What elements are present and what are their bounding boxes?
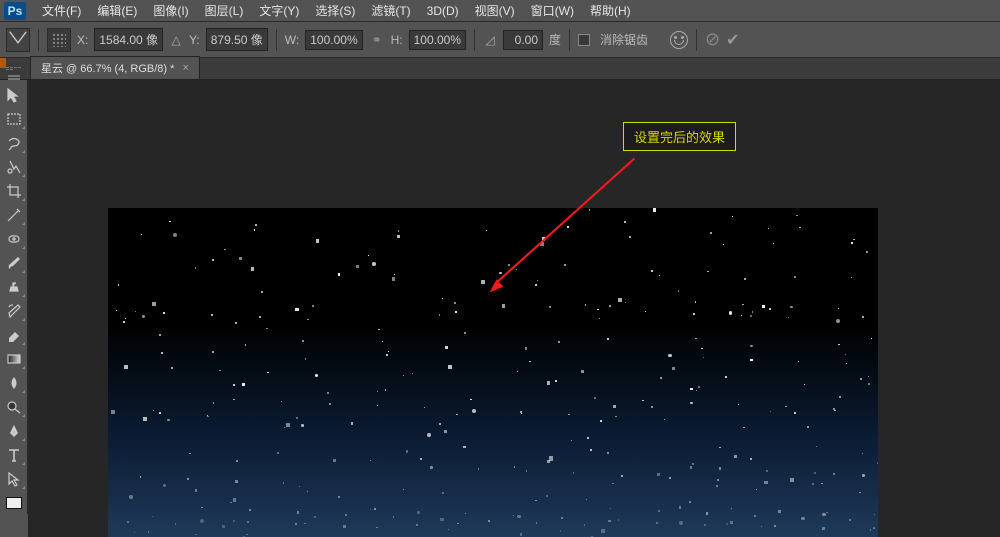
angle-icon: ◿ bbox=[483, 33, 497, 47]
quick-select-tool[interactable] bbox=[2, 156, 26, 178]
menu-bar: Ps 文件(F) 编辑(E) 图像(I) 图层(L) 文字(Y) 选择(S) 滤… bbox=[0, 0, 1000, 22]
reference-point-grid[interactable] bbox=[47, 28, 71, 52]
separator bbox=[696, 29, 697, 51]
work-area: 设置完后的效果 bbox=[28, 80, 1000, 537]
annotation-label: 设置完后的效果 bbox=[623, 122, 736, 151]
path-select-tool[interactable] bbox=[2, 468, 26, 490]
dodge-tool[interactable] bbox=[2, 396, 26, 418]
separator bbox=[38, 29, 39, 51]
clone-stamp-tool[interactable] bbox=[2, 276, 26, 298]
cancel-transform-button[interactable]: ⊘ bbox=[705, 29, 720, 50]
menu-select[interactable]: 选择(S) bbox=[307, 0, 363, 21]
angle-unit: 度 bbox=[549, 31, 561, 48]
annotation-text: 设置完后的效果 bbox=[634, 130, 725, 145]
menu-file[interactable]: 文件(F) bbox=[34, 0, 89, 21]
h-value[interactable]: 100.00% bbox=[409, 30, 466, 50]
lasso-tool[interactable] bbox=[2, 132, 26, 154]
angle-value[interactable]: 0.00 bbox=[503, 30, 543, 50]
w-value[interactable]: 100.00% bbox=[305, 30, 362, 50]
move-tool[interactable] bbox=[2, 84, 26, 106]
y-value[interactable]: 879.50 像 bbox=[206, 28, 268, 51]
menu-type[interactable]: 文字(Y) bbox=[251, 0, 307, 21]
type-tool[interactable] bbox=[2, 444, 26, 466]
antialias-checkbox[interactable] bbox=[578, 34, 590, 46]
menu-image[interactable]: 图像(I) bbox=[145, 0, 196, 21]
link-icon[interactable]: ⚭ bbox=[369, 32, 385, 48]
tab-grip[interactable] bbox=[2, 58, 26, 78]
menu-view[interactable]: 视图(V) bbox=[467, 0, 523, 21]
eraser-tool[interactable] bbox=[2, 324, 26, 346]
gradient-tool[interactable] bbox=[2, 348, 26, 370]
app-logo: Ps bbox=[4, 2, 26, 20]
canvas-content bbox=[108, 208, 878, 537]
pen-tool[interactable] bbox=[2, 420, 26, 442]
eyedropper-tool[interactable] bbox=[2, 204, 26, 226]
w-label: W: bbox=[285, 33, 299, 47]
separator bbox=[276, 29, 277, 51]
separator bbox=[474, 29, 475, 51]
puppet-warp-icon[interactable] bbox=[670, 31, 688, 49]
history-brush-tool[interactable] bbox=[2, 300, 26, 322]
menu-edit[interactable]: 编辑(E) bbox=[89, 0, 145, 21]
healing-brush-tool[interactable] bbox=[2, 228, 26, 250]
tool-panel bbox=[0, 80, 28, 514]
marquee-tool[interactable] bbox=[2, 108, 26, 130]
menu-help[interactable]: 帮助(H) bbox=[582, 0, 639, 21]
document-tab-bar: 星云 @ 66.7% (4, RGB/8) * × bbox=[0, 58, 1000, 80]
separator bbox=[569, 29, 570, 51]
x-label: X: bbox=[77, 33, 88, 47]
document-canvas[interactable] bbox=[108, 208, 878, 537]
close-tab-button[interactable]: × bbox=[182, 62, 188, 74]
tool-preset-picker[interactable] bbox=[6, 28, 30, 52]
menu-layer[interactable]: 图层(L) bbox=[197, 0, 252, 21]
menu-3d[interactable]: 3D(D) bbox=[419, 2, 467, 20]
document-tab-title: 星云 @ 66.7% (4, RGB/8) * bbox=[41, 60, 174, 76]
crop-tool[interactable] bbox=[2, 180, 26, 202]
menu-window[interactable]: 窗口(W) bbox=[523, 0, 582, 21]
y-label: Y: bbox=[189, 33, 200, 47]
commit-transform-button[interactable]: ✔ bbox=[726, 30, 739, 50]
delta-icon[interactable]: △ bbox=[169, 33, 183, 47]
antialias-label: 消除锯齿 bbox=[600, 31, 648, 48]
blur-tool[interactable] bbox=[2, 372, 26, 394]
document-tab[interactable]: 星云 @ 66.7% (4, RGB/8) * × bbox=[30, 56, 200, 79]
options-bar: X: 1584.00 像 △ Y: 879.50 像 W: 100.00% ⚭ … bbox=[0, 22, 1000, 58]
h-label: H: bbox=[391, 33, 403, 47]
brush-tool[interactable] bbox=[2, 252, 26, 274]
x-value[interactable]: 1584.00 像 bbox=[94, 28, 163, 51]
rectangle-tool[interactable] bbox=[2, 492, 26, 514]
menu-filter[interactable]: 滤镜(T) bbox=[363, 0, 418, 21]
